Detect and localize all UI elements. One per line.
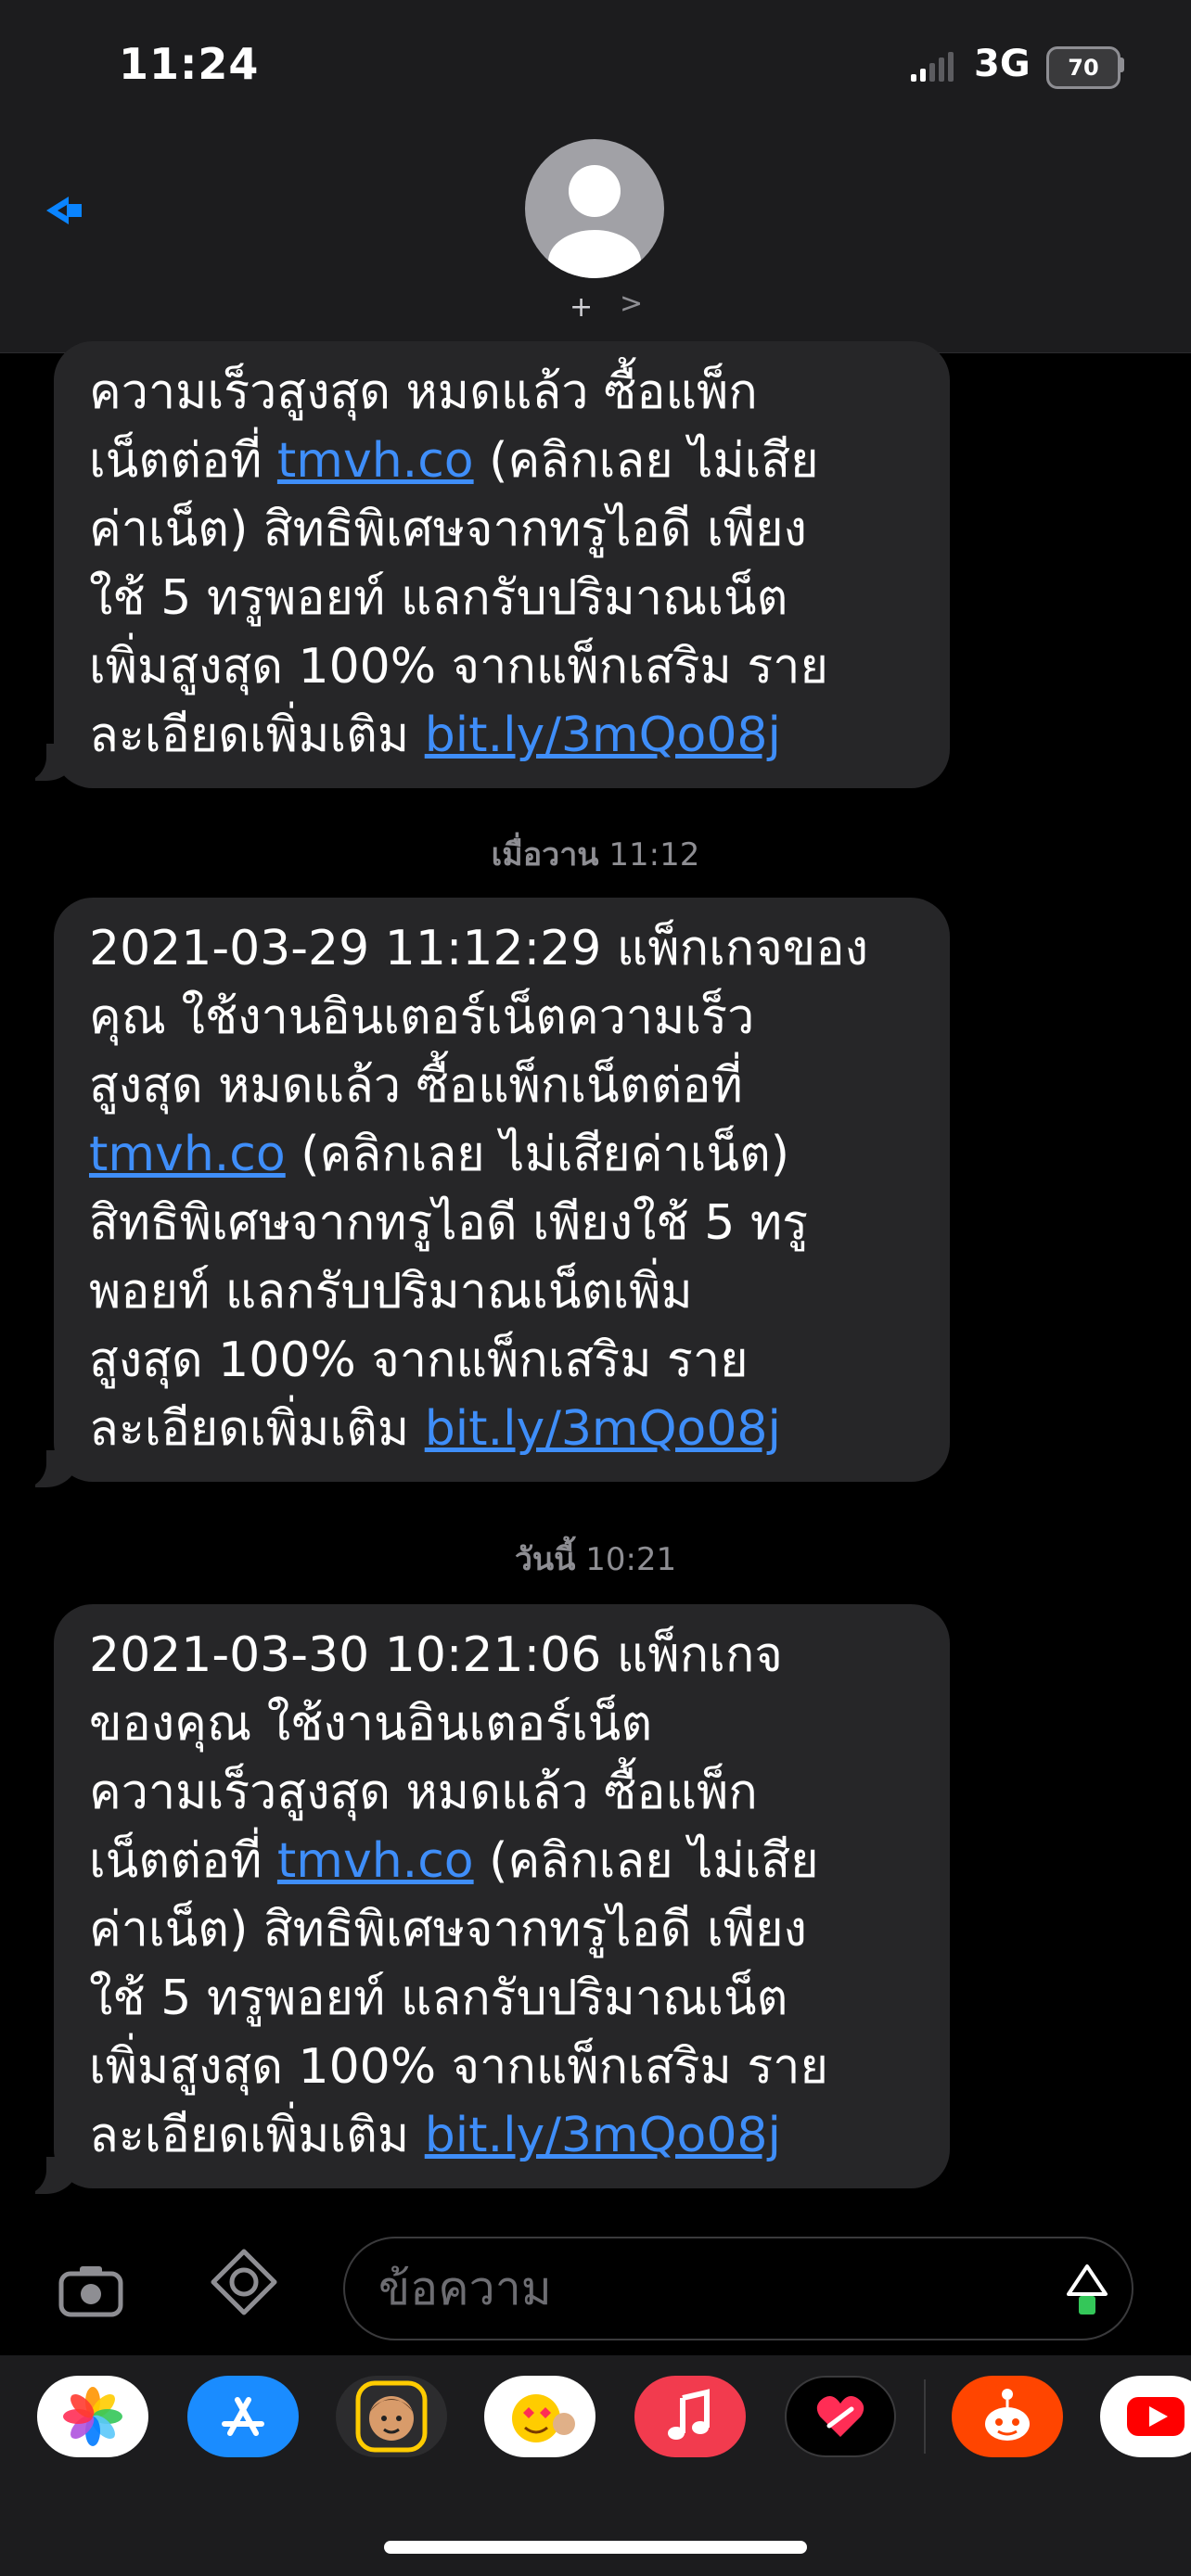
back-arrow-icon[interactable] xyxy=(41,187,87,234)
message-line: เพิ่มสูงสุด 100% จากแพ็กเสริม ราย xyxy=(89,2033,916,2101)
message-text: ของคุณ ใช้งานอินเตอร์เน็ต xyxy=(89,1696,653,1752)
drawer-separator xyxy=(924,2379,926,2454)
message-line: เน็ตต่อที่ tmvh.co (คลิกเลย ไม่เสีย xyxy=(89,1827,916,1895)
message-text: เน็ตต่อที่ xyxy=(89,1833,277,1889)
message-line: ความเร็วสูงสุด หมดแล้ว ซื้อแพ็ก xyxy=(89,1758,916,1827)
message-text: (คลิกเลย ไม่เสีย xyxy=(473,433,819,489)
message-line: ใช้ 5 ทรูพอยท์ แลกรับปริมาณเน็ต xyxy=(89,564,916,632)
message-text: 2021-03-29 11:12:29 แพ็กเกจของ xyxy=(89,921,868,976)
cellular-signal-icon xyxy=(911,52,954,82)
message-line: สูงสุด 100% จากแพ็กเสริม ราย xyxy=(89,1326,916,1395)
message-text: สูงสุด 100% จากแพ็กเสริม ราย xyxy=(89,1333,749,1388)
digital-touch-icon[interactable] xyxy=(785,2376,896,2457)
battery-tip xyxy=(1120,57,1124,72)
status-time: 11:24 xyxy=(119,39,260,89)
message-link[interactable]: bit.ly/3mQo08j xyxy=(425,1401,781,1457)
message-text: เพิ่มสูงสุด 100% จากแพ็กเสริม ราย xyxy=(89,639,828,695)
message-line: เพิ่มสูงสุด 100% จากแพ็กเสริม ราย xyxy=(89,632,916,701)
message-text: สูงสุด หมดแล้ว ซื้อแพ็กเน็ตต่อที่ xyxy=(89,1058,743,1114)
contact-avatar[interactable] xyxy=(525,139,664,278)
music-icon[interactable] xyxy=(634,2376,746,2457)
message-bubble[interactable]: 2021-03-30 10:21:06 แพ็กเกจของคุณ ใช้งาน… xyxy=(54,1604,950,2188)
battery-level: 70 xyxy=(1068,55,1099,81)
message-text: ใช้ 5 ทรูพอยท์ แลกรับปริมาณเน็ต xyxy=(89,570,788,626)
memoji-icon[interactable] xyxy=(336,2376,447,2457)
message-text: ค่าเน็ต) สิทธิพิเศษจากทรูไอดี เพียง xyxy=(89,1902,807,1958)
dictation-icon[interactable] xyxy=(1065,2263,1109,2318)
message-text: ละเอียดเพิ่มเติม xyxy=(89,708,425,763)
home-indicator[interactable] xyxy=(384,2541,807,2554)
message-text: (คลิกเลย ไม่เสีย xyxy=(473,1833,819,1889)
message-link[interactable]: tmvh.co xyxy=(89,1127,286,1182)
message-line: 2021-03-30 10:21:06 แพ็กเกจ xyxy=(89,1621,916,1690)
conversation-header: 11:24 3G 70 + > xyxy=(0,0,1191,353)
message-link[interactable]: tmvh.co xyxy=(277,433,474,489)
message-text: (คลิกเลย ไม่เสียค่าเน็ต) xyxy=(285,1127,790,1182)
message-text: 2021-03-30 10:21:06 แพ็กเกจ xyxy=(89,1627,783,1683)
message-line: สูงสุด หมดแล้ว ซื้อแพ็กเน็ตต่อที่ xyxy=(89,1052,916,1120)
camera-icon[interactable] xyxy=(58,2263,124,2318)
app-store-apps-icon[interactable] xyxy=(210,2248,278,2316)
message-line: ใช้ 5 ทรูพอยท์ แลกรับปริมาณเน็ต xyxy=(89,1964,916,2033)
message-line: สิทธิพิเศษจากทรูไอดี เพียงใช้ 5 ทรู xyxy=(89,1189,916,1257)
message-text: ใช้ 5 ทรูพอยท์ แลกรับปริมาณเน็ต xyxy=(89,1970,788,2026)
message-text: เน็ตต่อที่ xyxy=(89,433,277,489)
app-store-icon[interactable] xyxy=(187,2376,299,2457)
timestamp-day: เมื่อวาน xyxy=(491,836,599,874)
message-line: ค่าเน็ต) สิทธิพิเศษจากทรูไอดี เพียง xyxy=(89,495,916,564)
message-bubble[interactable]: 2021-03-29 11:12:29 แพ็กเกจของคุณ ใช้งาน… xyxy=(54,898,950,1482)
message-text: ความเร็วสูงสุด หมดแล้ว ซื้อแพ็ก xyxy=(89,1765,758,1820)
message-timestamp: วันนี้ 10:21 xyxy=(0,1534,1191,1584)
message-line: คุณ ใช้งานอินเตอร์เน็ตความเร็ว xyxy=(89,983,916,1052)
message-link[interactable]: bit.ly/3mQo08j xyxy=(425,708,781,763)
message-line: ของคุณ ใช้งานอินเตอร์เน็ต xyxy=(89,1690,916,1758)
reddit-icon[interactable] xyxy=(952,2376,1063,2457)
youtube-icon[interactable] xyxy=(1100,2376,1191,2457)
message-text: ความเร็วสูงสุด หมดแล้ว ซื้อแพ็ก xyxy=(89,364,758,420)
photos-icon[interactable] xyxy=(37,2376,148,2457)
message-text: สิทธิพิเศษจากทรูไอดี เพียงใช้ 5 ทรู xyxy=(89,1195,809,1251)
message-line: tmvh.co (คลิกเลย ไม่เสียค่าเน็ต) xyxy=(89,1120,916,1189)
timestamp-day: วันนี้ xyxy=(514,1541,576,1578)
message-text: คุณ ใช้งานอินเตอร์เน็ตความเร็ว xyxy=(89,989,755,1045)
message-text: ละเอียดเพิ่มเติม xyxy=(89,2108,425,2163)
message-line: ละเอียดเพิ่มเติม bit.ly/3mQo08j xyxy=(89,2101,916,2170)
message-text: เพิ่มสูงสุด 100% จากแพ็กเสริม ราย xyxy=(89,2039,828,2095)
chevron-right-icon[interactable]: > xyxy=(620,287,643,320)
message-line: 2021-03-29 11:12:29 แพ็กเกจของ xyxy=(89,914,916,983)
message-line: ละเอียดเพิ่มเติม bit.ly/3mQo08j xyxy=(89,701,916,770)
message-line: พอยท์ แลกรับปริมาณเน็ตเพิ่ม xyxy=(89,1257,916,1326)
message-line: ความเร็วสูงสุด หมดแล้ว ซื้อแพ็ก xyxy=(89,358,916,427)
message-timestamp: เมื่อวาน 11:12 xyxy=(0,829,1191,879)
message-link[interactable]: tmvh.co xyxy=(277,1833,474,1889)
timestamp-time: 10:21 xyxy=(585,1541,677,1578)
message-line: ละเอียดเพิ่มเติม bit.ly/3mQo08j xyxy=(89,1395,916,1463)
message-line: ค่าเน็ต) สิทธิพิเศษจากทรูไอดี เพียง xyxy=(89,1895,916,1964)
animoji-icon[interactable] xyxy=(484,2376,596,2457)
message-input[interactable]: ข้อความ xyxy=(343,2237,1133,2340)
message-text: ละเอียดเพิ่มเติม xyxy=(89,1401,425,1457)
person-icon xyxy=(548,165,641,278)
message-text: ค่าเน็ต) สิทธิพิเศษจากทรูไอดี เพียง xyxy=(89,502,807,557)
add-contact-icon[interactable]: + xyxy=(570,291,593,324)
message-bubble[interactable]: ความเร็วสูงสุด หมดแล้ว ซื้อแพ็กเน็ตต่อที… xyxy=(54,341,950,788)
network-type: 3G xyxy=(974,43,1031,85)
message-link[interactable]: bit.ly/3mQo08j xyxy=(425,2108,781,2163)
message-input-placeholder: ข้อความ xyxy=(378,2262,552,2315)
timestamp-time: 11:12 xyxy=(608,836,700,874)
message-line: เน็ตต่อที่ tmvh.co (คลิกเลย ไม่เสีย xyxy=(89,427,916,495)
battery-icon: 70 xyxy=(1046,46,1121,89)
message-text: พอยท์ แลกรับปริมาณเน็ตเพิ่ม xyxy=(89,1264,693,1320)
